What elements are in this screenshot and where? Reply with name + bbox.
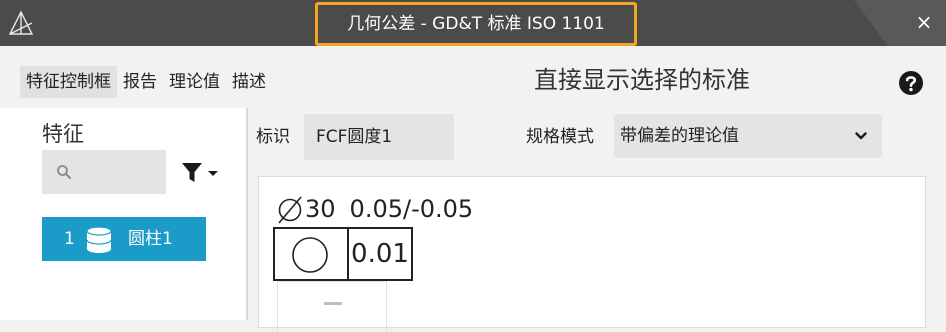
diameter-icon [278,196,302,224]
features-panel: 特征 1 圆柱1 [0,108,246,320]
tab-nominal-values[interactable]: 理论值 [163,66,226,98]
app-logo-icon [8,10,34,35]
tab-report[interactable]: 报告 [117,66,163,98]
feature-index: 1 [64,229,75,249]
close-button[interactable]: × [910,8,938,36]
dimension-row: 30 0.05/-0.05 [275,193,473,225]
feature-control-frame[interactable]: 0.01 [273,227,413,281]
id-label: 标识 [256,127,290,147]
feature-name: 圆柱1 [128,229,173,249]
spec-mode-label: 规格模式 [526,127,594,147]
filter-icon[interactable] [182,162,222,184]
fcf-canvas: 30 0.05/-0.05 0.01 [258,176,926,332]
fcf-tolerance-cell[interactable]: 0.01 [349,229,411,279]
dimension-nominal: 30 [305,195,336,223]
question-circle-icon[interactable] [898,70,924,96]
standard-note: 直接显示选择的标准 [534,66,750,94]
fcf-symbol-cell[interactable] [275,229,349,279]
tab-bar: 特征控制框 报告 理论值 描述 [20,66,272,98]
spec-mode-select[interactable]: 带偏差的理论值 [614,114,882,158]
fcf-add-row[interactable] [277,281,387,332]
search-icon [57,165,72,180]
title-bar: 几何公差 - GD&T 标准 ISO 1101 × [0,0,946,46]
cylinder-icon [86,226,112,253]
spec-mode-value: 带偏差的理论值 [620,126,739,146]
feature-search-input[interactable] [42,150,166,194]
tab-description[interactable]: 描述 [226,66,272,98]
tab-feature-control-frame[interactable]: 特征控制框 [20,66,117,98]
dimension-tolerance: 0.05/-0.05 [349,195,474,223]
feature-list-item[interactable]: 1 圆柱1 [42,217,206,261]
chevron-down-icon [855,132,867,140]
properties-panel: 标识 FCF圆度1 规格模式 带偏差的理论值 30 0.05/-0.05 0.0… [248,108,946,332]
dash-icon [324,302,342,305]
id-field[interactable]: FCF圆度1 [304,114,454,160]
window-title: 几何公差 - GD&T 标准 ISO 1101 [315,2,637,46]
features-heading: 特征 [42,122,84,146]
circularity-icon [292,237,328,273]
